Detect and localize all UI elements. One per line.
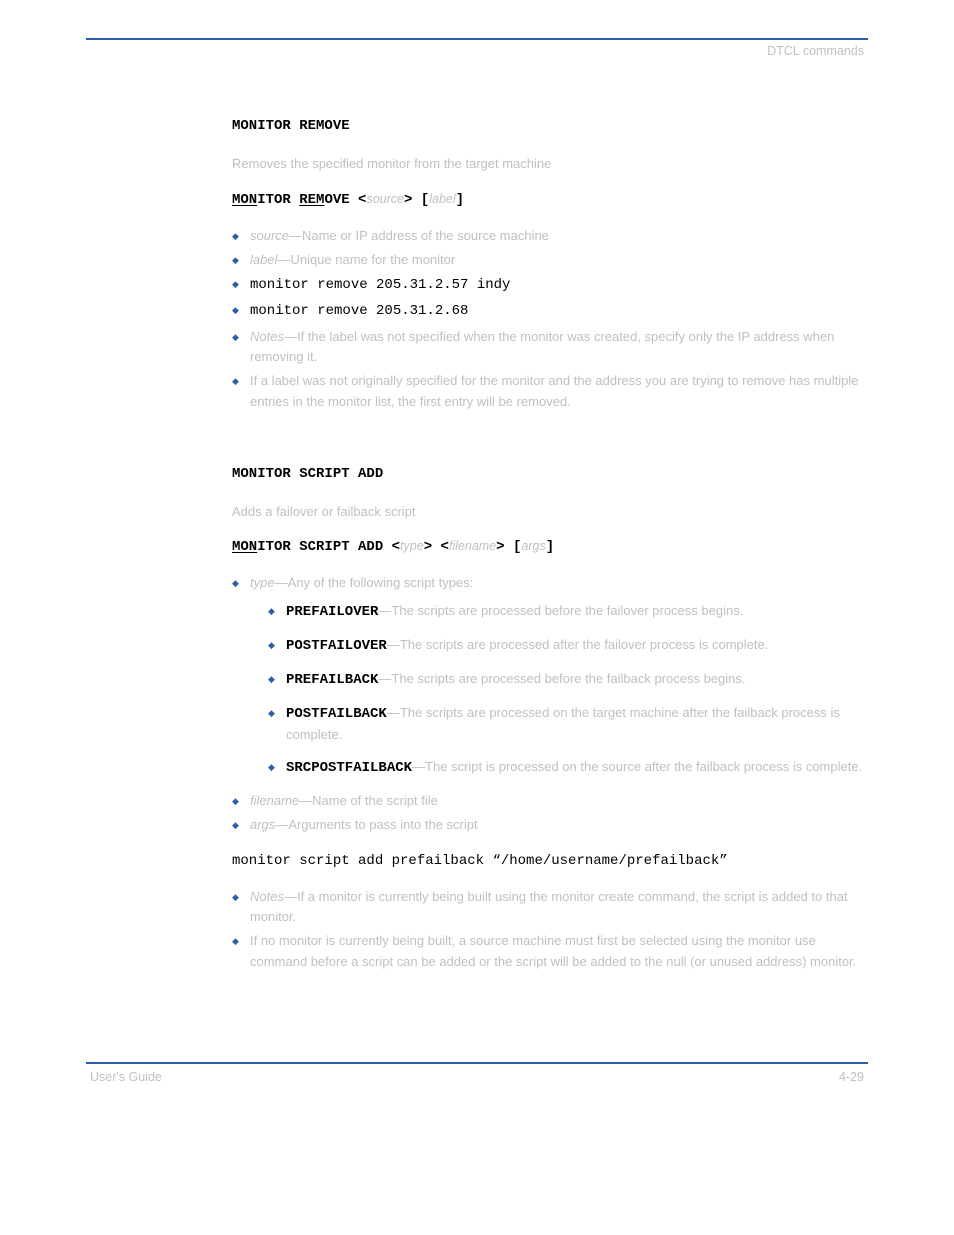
footer-page: 4-29 (839, 1070, 864, 1084)
cmd-desc: Adds a failover or failback script (232, 502, 868, 522)
cmd-syntax: MONITOR REMOVE <source> [label] (232, 192, 868, 208)
notes-list: Notes—If a monitor is currently being bu… (232, 887, 868, 972)
type-sublist: PREFAILOVER—The scripts are processed be… (268, 601, 868, 779)
cmd-syntax: MONITOR SCRIPT ADD <type> <filename> [ar… (232, 539, 868, 555)
cmd-title-monitor-remove: MONITOR REMOVE (232, 118, 868, 134)
cmd-desc: Removes the specified monitor from the t… (232, 154, 868, 174)
options-list: source—Name or IP address of the source … (232, 226, 868, 412)
options-list: type—Any of the following script types: … (232, 573, 868, 835)
example-line: monitor script add prefailback “/home/us… (232, 853, 868, 869)
footer-book: User's Guide (90, 1070, 162, 1084)
page-header-caption: DTCL commands (86, 44, 868, 58)
cmd-title-monitor-script-add: MONITOR SCRIPT ADD (232, 466, 868, 482)
